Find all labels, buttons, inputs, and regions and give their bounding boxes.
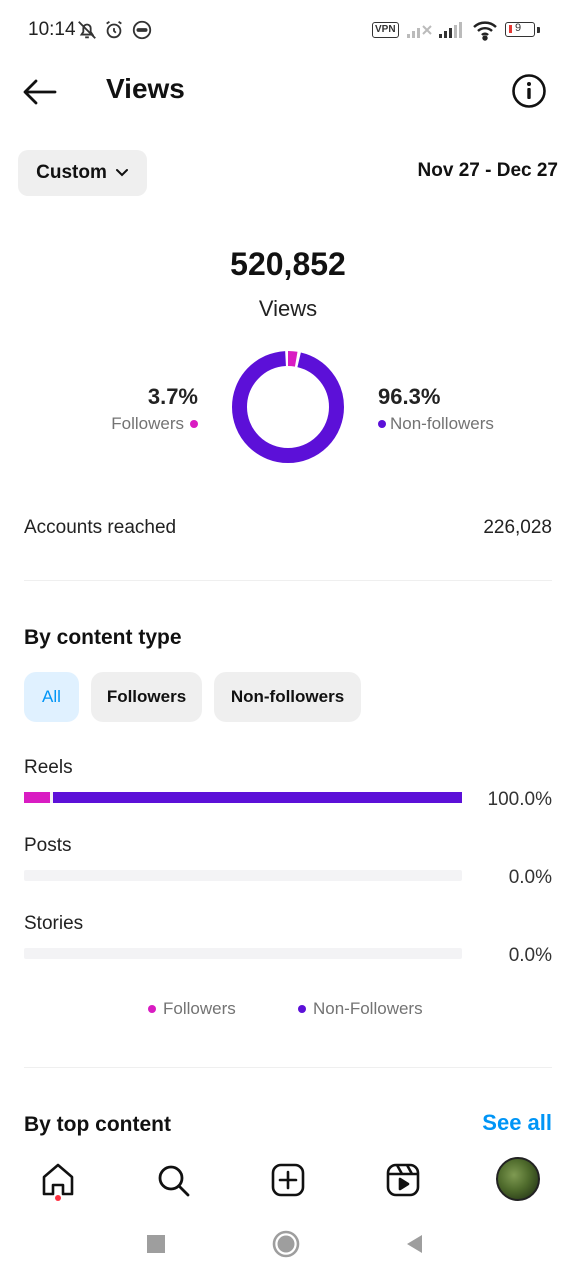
wifi-icon [472,18,498,42]
divider [24,580,552,581]
app-notification-icon [131,18,153,42]
back-icon [407,1235,422,1253]
top-content-title: By top content [24,1113,171,1136]
reels-percentage: 100.0% [487,789,552,810]
stories-bar [24,948,462,959]
followers-label: Followers [111,414,184,433]
total-views: 520,852 [230,246,346,282]
signal-sim2-icon [438,18,466,42]
nav-reels-button[interactable] [381,1158,425,1202]
followers-percentage: 3.7% [147,384,198,409]
nav-create-button[interactable] [266,1158,310,1202]
nav-search-button[interactable] [151,1158,195,1202]
legend-non-followers: Non-Followers [298,999,423,1019]
legend-followers: Followers [148,999,236,1019]
see-all-link[interactable]: See all [482,1110,552,1136]
alarm-icon [103,18,125,42]
content-type-title: By content type [24,626,182,649]
filter-followers[interactable]: Followers [91,672,202,722]
content-type-stories-label: Stories [24,913,84,934]
home-notification-dot [55,1195,61,1201]
page-title: Views [106,73,185,104]
posts-percentage: 0.0% [508,867,552,888]
reels-bar [24,792,462,803]
non-followers-legend: Non-followers [378,414,494,434]
back-button[interactable] [22,74,62,110]
create-icon [271,1163,305,1197]
divider [24,1067,552,1068]
period-selector[interactable]: Custom [18,150,147,196]
non-followers-dot [378,420,386,428]
filter-non-followers[interactable]: Non-followers [214,672,361,722]
profile-avatar[interactable] [496,1157,540,1201]
info-button[interactable] [510,72,548,110]
filter-all[interactable]: All [24,672,79,722]
content-type-reels-label: Reels [24,757,73,778]
chevron-down-icon [115,169,128,177]
bar-non-followers-segment [53,792,462,803]
views-donut-chart [232,351,344,463]
legend-non-followers-dot [298,1005,306,1013]
status-time: 10:14 [28,19,76,40]
battery-level: 9 [515,22,522,34]
legend-followers-label: Followers [163,999,236,1018]
system-home-button[interactable] [270,1228,302,1260]
followers-legend: Followers [111,414,198,434]
arrow-left-icon [23,79,57,105]
content-type-posts-label: Posts [24,835,72,856]
date-range: Nov 27 - Dec 27 [417,160,558,181]
home-icon [42,1163,74,1196]
info-icon [512,74,546,108]
period-selector-label: Custom [36,162,107,183]
accounts-reached-label: Accounts reached [24,517,177,538]
legend-non-followers-label: Non-Followers [313,999,423,1018]
system-recents-button[interactable] [140,1228,172,1260]
battery-nub [537,27,540,33]
bar-followers-segment [24,792,51,803]
home-icon [272,1230,300,1258]
donut-slice-non-followers [232,351,344,463]
reels-icon [386,1163,420,1197]
stories-percentage: 0.0% [508,945,552,966]
views-label: Views [258,296,318,321]
system-back-button[interactable] [398,1228,430,1260]
vpn-badge: VPN [372,22,399,38]
status-bar: 10:14 VPN 9 [0,0,576,60]
battery-icon: 9 [505,22,535,37]
legend-followers-dot [148,1005,156,1013]
notifications-muted-icon [76,18,98,42]
battery-fill [509,25,512,33]
recents-icon [147,1235,165,1253]
signal-sim1-icon [406,18,434,42]
posts-bar [24,870,462,881]
non-followers-label: Non-followers [390,414,494,433]
non-followers-percentage: 96.3% [378,384,441,409]
search-icon [158,1165,190,1197]
accounts-reached-value: 226,028 [483,517,552,538]
followers-dot [190,420,198,428]
